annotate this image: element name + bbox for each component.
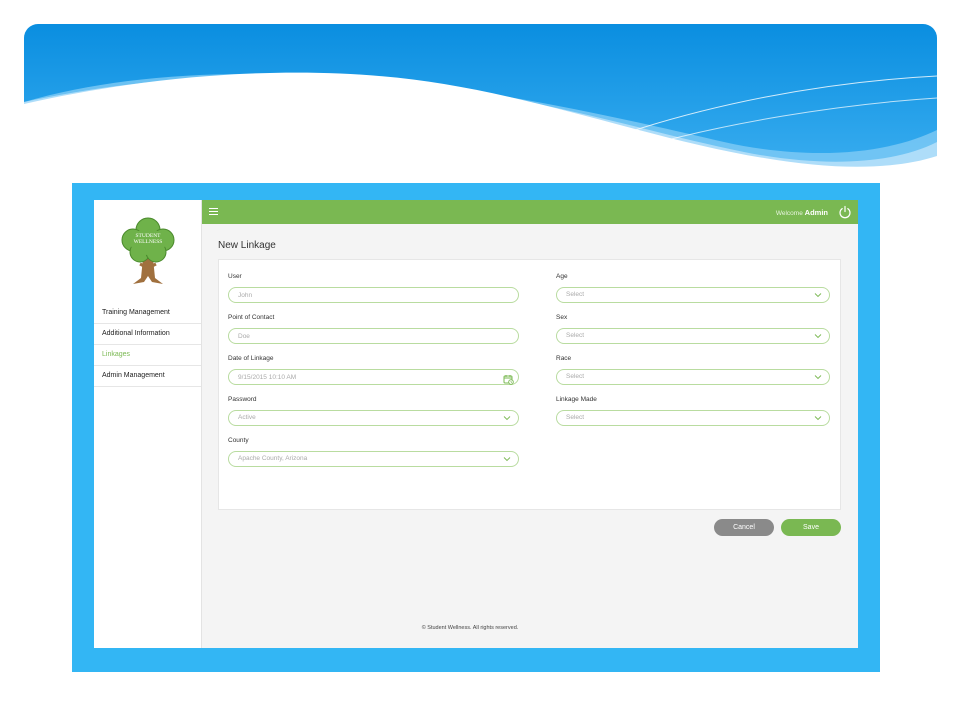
chevron-down-icon [814,375,822,380]
user-field-group: User [228,273,519,303]
age-selected-value: Select [566,291,585,298]
date-of-linkage-input-wrapper [228,369,519,385]
race-select[interactable]: Select [556,369,830,385]
sidebar-item-admin-management[interactable]: Admin Management [94,366,201,387]
user-name: Admin [804,208,828,217]
user-input[interactable] [238,291,468,300]
linkage-form-card: User Point of Contact Date of Linkage [218,259,841,510]
logo-text-line2: WELLNESS [134,239,163,245]
welcome-prefix: Welcome [775,210,803,217]
linkage-made-select[interactable]: Select [556,410,830,426]
student-wellness-logo: STUDENT WELLNESS [118,214,178,286]
wave-graphic [24,24,937,174]
age-label: Age [556,273,568,280]
sidebar-item-training-management[interactable]: Training Management [94,303,201,324]
point-of-contact-label: Point of Contact [228,314,275,321]
sidebar-item-additional-information[interactable]: Additional Information [94,324,201,345]
password-selected-value: Active [238,414,256,421]
tree-icon: STUDENT WELLNESS [121,217,175,284]
copyright-footer: © Student Wellness. All rights reserved. [421,625,519,631]
password-label: Password [228,396,257,403]
save-button[interactable]: Save [781,519,841,536]
sidebar-nav: Training Management Additional Informati… [94,303,201,387]
calendar-icon[interactable] [503,372,514,385]
date-of-linkage-field-group: Date of Linkage [228,355,519,385]
page-title: New Linkage [218,240,276,251]
sex-label: Sex [556,314,568,321]
chevron-down-icon [814,293,822,298]
date-of-linkage-input[interactable] [238,373,468,382]
sex-selected-value: Select [566,332,585,339]
linkage-made-label: Linkage Made [556,396,597,403]
chevron-down-icon [814,334,822,339]
power-icon[interactable] [838,205,852,219]
user-label: User [228,273,242,280]
main-content: New Linkage User Point of Contact Date o… [202,224,858,648]
point-of-contact-field-group: Point of Contact [228,314,519,344]
cancel-button[interactable]: Cancel [714,519,774,536]
chevron-down-icon [814,416,822,421]
linkage-made-selected-value: Select [566,414,585,421]
password-select[interactable]: Active [228,410,519,426]
point-of-contact-input-wrapper [228,328,519,344]
hamburger-menu-icon[interactable] [209,208,218,216]
point-of-contact-input[interactable] [238,332,468,341]
race-label: Race [556,355,572,362]
race-field-group: Race Select [556,355,830,385]
chevron-down-icon [503,416,511,421]
county-field-group: County Apache County, Arizona [228,437,519,467]
county-selected-value: Apache County, Arizona [238,455,308,462]
user-input-wrapper [228,287,519,303]
age-field-group: Age Select [556,273,830,303]
county-select[interactable]: Apache County, Arizona [228,451,519,467]
sex-field-group: Sex Select [556,314,830,344]
sidebar-item-linkages[interactable]: Linkages [94,345,201,366]
welcome-message: Welcome Admin [776,208,828,217]
password-field-group: Password Active [228,396,519,426]
age-select[interactable]: Select [556,287,830,303]
linkage-made-field-group: Linkage Made Select [556,396,830,426]
date-of-linkage-label: Date of Linkage [228,355,274,362]
sidebar: STUDENT WELLNESS Training Management Add… [94,200,202,648]
county-label: County [228,437,249,444]
chevron-down-icon [503,457,511,462]
top-bar: Welcome Admin [202,200,858,224]
race-selected-value: Select [566,373,585,380]
app-window: STUDENT WELLNESS Training Management Add… [94,200,858,648]
sex-select[interactable]: Select [556,328,830,344]
header-wave-banner [24,24,937,174]
